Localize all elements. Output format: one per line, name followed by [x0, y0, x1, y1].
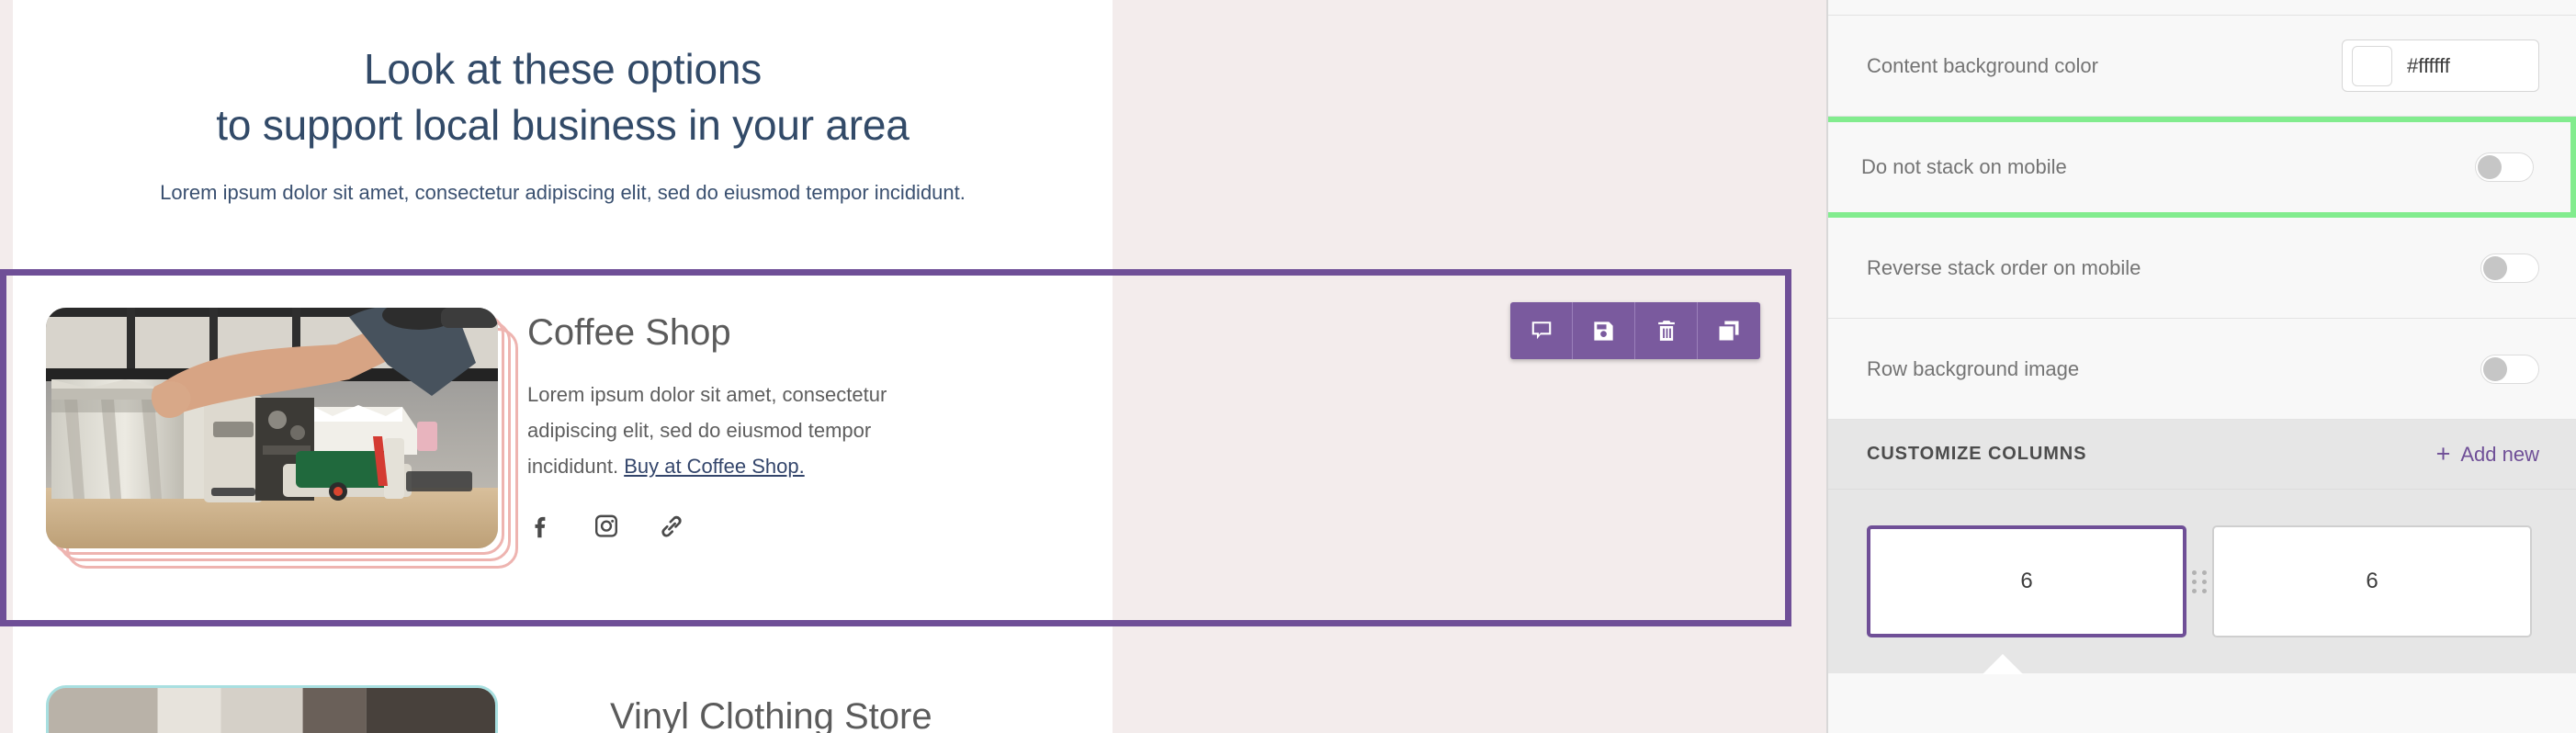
photo-frame-stack — [46, 308, 518, 569]
row-next-preview[interactable]: Vinyl Clothing Store — [13, 634, 1113, 733]
hero-heading-line-2: to support local business in your area — [216, 101, 910, 150]
hero-subtext: Lorem ipsum dolor sit amet, consectetur … — [160, 181, 966, 205]
delete-icon[interactable] — [1635, 302, 1698, 359]
row-action-toolbar — [1510, 302, 1760, 359]
toggle-knob — [2483, 356, 2507, 381]
column-pointer-indicator — [1983, 654, 2023, 674]
save-icon[interactable] — [1573, 302, 1635, 359]
link-icon[interactable] — [658, 512, 687, 543]
buy-at-coffee-shop-link[interactable]: Buy at Coffee Shop. — [624, 455, 805, 478]
card-title: Coffee Shop — [527, 312, 731, 353]
social-links — [527, 484, 1076, 543]
setting-do-not-stack-on-mobile[interactable]: Do not stack on mobile — [1828, 117, 2576, 218]
color-picker-field[interactable]: #ffffff — [2342, 39, 2539, 92]
toggle-knob — [2483, 255, 2507, 280]
setting-row-background-image[interactable]: Row background image — [1828, 319, 2576, 420]
color-swatch[interactable] — [2352, 45, 2392, 86]
hero-heading: Look at these options to support local b… — [13, 0, 1113, 153]
setting-reverse-stack-order-on-mobile[interactable]: Reverse stack order on mobile — [1828, 218, 2576, 319]
panel-top-divider — [1828, 0, 2576, 16]
column-box-1[interactable]: 6 — [1867, 525, 2186, 637]
add-new-column-button[interactable]: + Add new — [2436, 442, 2539, 467]
drag-dots-icon — [2191, 569, 2208, 593]
do-not-stack-toggle[interactable] — [2475, 152, 2534, 182]
plus-icon: + — [2435, 440, 2451, 468]
color-hex-value: #ffffff — [2407, 53, 2450, 77]
hero-heading-line-1: Look at these options — [363, 45, 763, 93]
setting-label: Content background color — [1867, 53, 2098, 77]
columns-list: 6 6 — [1828, 490, 2576, 674]
add-new-label: Add new — [2460, 442, 2539, 466]
coffee-shop-photo[interactable] — [46, 308, 498, 548]
facebook-icon[interactable] — [527, 512, 555, 543]
customize-columns-header: CUSTOMIZE COLUMNS + Add new — [1828, 420, 2576, 490]
section-title: CUSTOMIZE COLUMNS — [1867, 444, 2087, 464]
row-settings-panel: Content background color #ffffff Do not … — [1826, 0, 2576, 733]
next-card-title: Vinyl Clothing Store — [610, 696, 932, 733]
instagram-icon[interactable] — [592, 512, 621, 543]
setting-label: Reverse stack order on mobile — [1867, 255, 2141, 279]
card-body: Lorem ipsum dolor sit amet, consectetur … — [527, 353, 959, 484]
row-text-cell: Coffee Shop Lorem ipsum dolor sit amet, … — [509, 276, 1113, 543]
column-drag-handle[interactable] — [2186, 525, 2212, 637]
row-coffee-shop[interactable]: Coffee Shop Lorem ipsum dolor sit amet, … — [13, 276, 1113, 620]
next-photo-frame — [46, 685, 505, 733]
reverse-stack-order-toggle[interactable] — [2480, 253, 2539, 283]
comment-icon[interactable] — [1510, 302, 1573, 359]
setting-label: Do not stack on mobile — [1861, 155, 2067, 178]
toggle-knob — [2478, 155, 2502, 179]
email-builder-screen: Look at these options to support local b… — [0, 0, 2576, 733]
column-box-2[interactable]: 6 — [2212, 525, 2532, 637]
email-canvas: Look at these options to support local b… — [0, 0, 1826, 733]
column-width-value: 6 — [2366, 569, 2378, 593]
setting-content-background-color[interactable]: Content background color #ffffff — [1828, 16, 2576, 117]
row-image-cell — [13, 276, 518, 569]
next-row-photo[interactable] — [46, 685, 498, 733]
column-width-value: 6 — [2020, 569, 2033, 593]
duplicate-icon[interactable] — [1698, 302, 1760, 359]
hero-block[interactable]: Look at these options to support local b… — [13, 0, 1113, 266]
setting-label: Row background image — [1867, 356, 2080, 380]
row-background-image-toggle[interactable] — [2480, 354, 2539, 384]
